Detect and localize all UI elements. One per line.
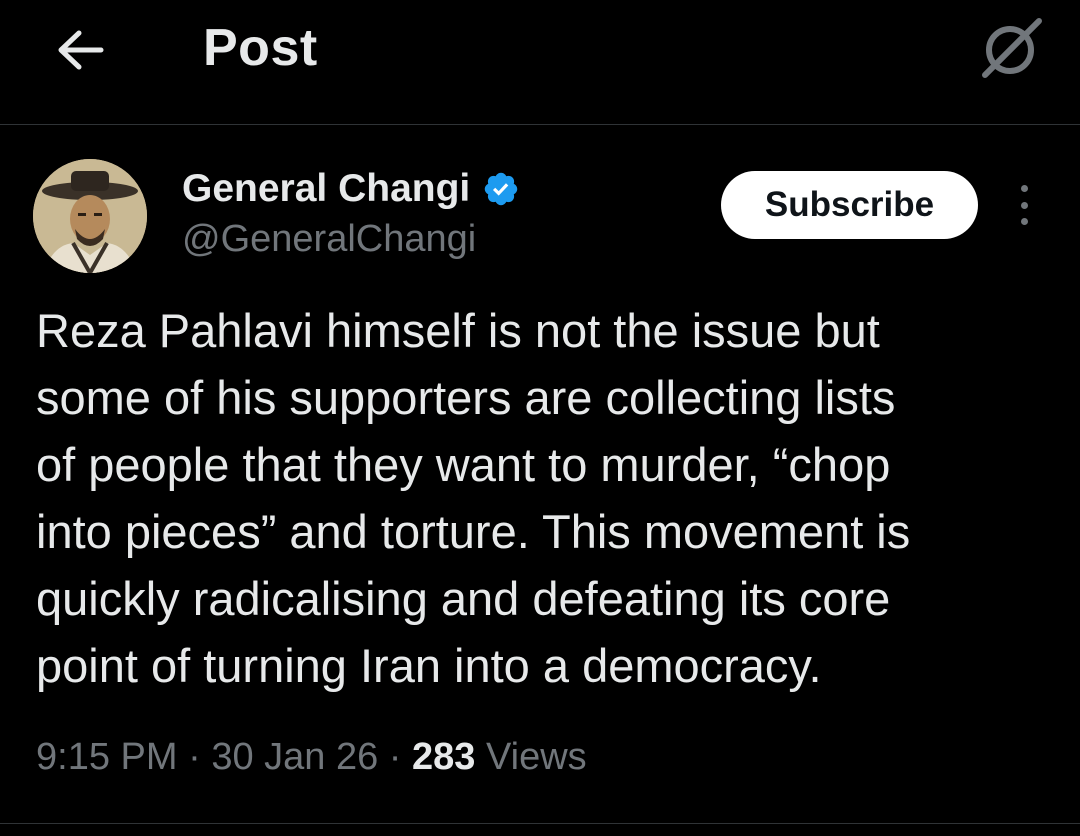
divider <box>0 823 1080 824</box>
tweet-line: into pieces” and torture. This movement … <box>36 505 911 558</box>
arrow-left-icon <box>58 30 104 70</box>
more-options-button[interactable] <box>1004 183 1044 227</box>
avatar-image <box>33 159 147 273</box>
views-count[interactable]: 283 <box>412 736 475 778</box>
post-time[interactable]: 9:15 PM <box>36 736 178 778</box>
more-dot <box>1020 218 1028 225</box>
grok-icon <box>982 18 1042 78</box>
top-header: Post <box>0 0 1080 125</box>
tweet-line: quickly radicalising and defeating its c… <box>36 572 891 625</box>
avatar[interactable] <box>33 159 147 273</box>
author-name-row[interactable]: General Changi <box>182 166 520 212</box>
more-dot <box>1020 201 1028 209</box>
more-vertical-icon <box>1020 185 1028 192</box>
views-label[interactable]: Views <box>475 736 587 778</box>
tweet-line: point of turning Iran into a democracy. <box>36 639 822 692</box>
post-date[interactable]: 30 Jan 26 <box>211 736 378 778</box>
subscribe-button[interactable]: Subscribe <box>721 171 978 239</box>
tweet-line: Reza Pahlavi himself is not the issue bu… <box>36 304 880 357</box>
tweet-line: of people that they want to murder, “cho… <box>36 438 891 491</box>
verified-badge-icon[interactable] <box>482 170 520 208</box>
tweet-metadata: 9:15 PM · 30 Jan 26 · 283 Views <box>36 736 587 779</box>
grok-button[interactable] <box>974 14 1046 82</box>
tweet-line: some of his supporters are collecting li… <box>36 371 896 424</box>
tweet-text: Reza Pahlavi himself is not the issue bu… <box>36 297 1046 699</box>
page-title: Post <box>203 19 318 77</box>
meta-separator: · <box>378 736 413 778</box>
author-name[interactable]: General Changi <box>182 167 470 211</box>
author-handle[interactable]: @GeneralChangi <box>182 218 476 261</box>
back-button[interactable] <box>52 22 108 78</box>
meta-separator: · <box>177 736 212 778</box>
